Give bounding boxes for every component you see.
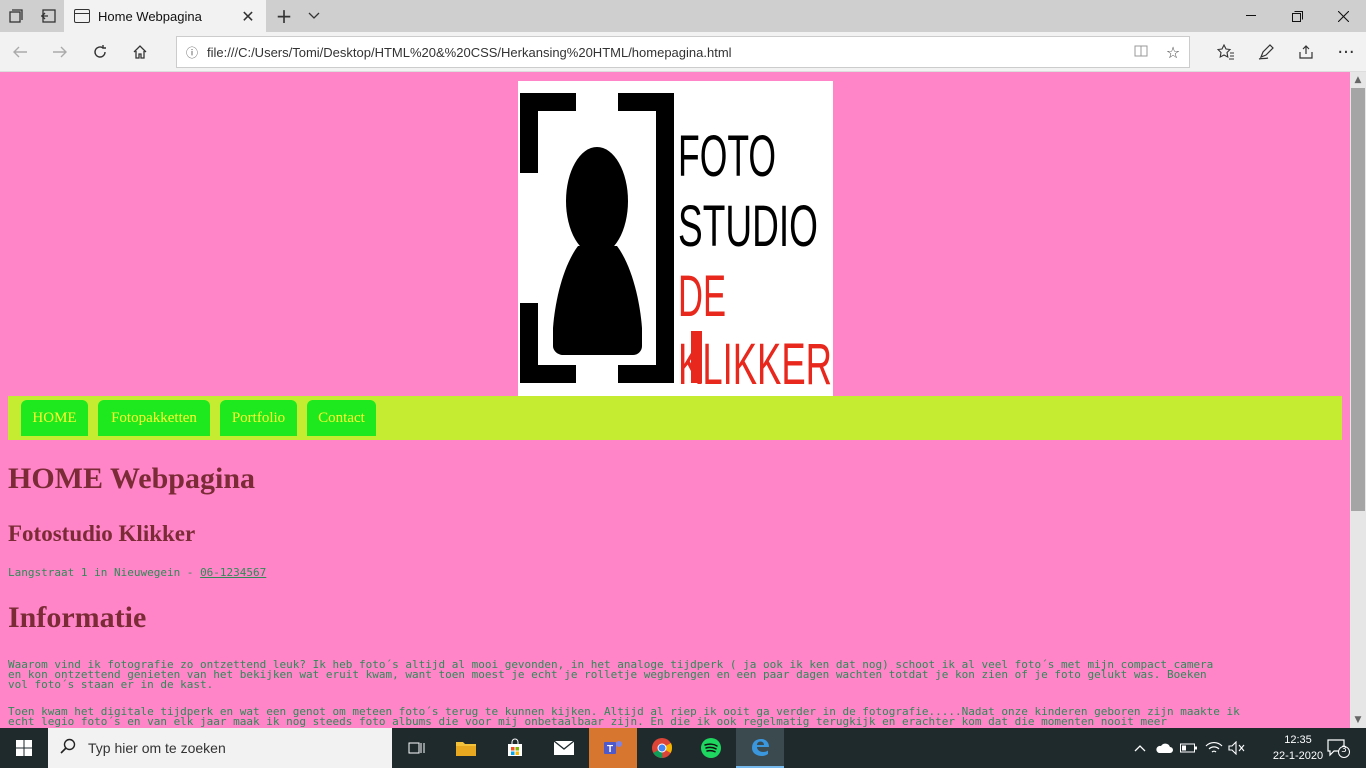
forward-icon[interactable] bbox=[40, 32, 80, 72]
chevron-up-icon[interactable] bbox=[1130, 728, 1150, 768]
navigation-bar: ⓘ file:///C:/Users/Tomi/Desktop/HTML%20&… bbox=[0, 32, 1366, 72]
task-view-icon[interactable] bbox=[393, 728, 441, 768]
tab-title: Home Webpagina bbox=[98, 8, 202, 24]
menu-item-home[interactable]: HOME bbox=[21, 400, 88, 436]
taskbar-search[interactable]: Typ hier om te zoeken bbox=[48, 728, 392, 768]
close-tab-icon[interactable]: ✕ bbox=[236, 7, 260, 26]
restore-icon[interactable] bbox=[1274, 0, 1320, 32]
info-heading: Informatie bbox=[8, 601, 147, 634]
chevron-down-icon[interactable] bbox=[298, 0, 330, 32]
address-bar[interactable]: ⓘ file:///C:/Users/Tomi/Desktop/HTML%20&… bbox=[176, 36, 1190, 68]
new-tab-icon[interactable]: + bbox=[268, 0, 300, 32]
refresh-icon[interactable] bbox=[80, 32, 120, 72]
page-title: HOME Webpagina bbox=[8, 462, 256, 495]
logo-line-foto: FOTO bbox=[678, 124, 776, 189]
paragraph-2: Toen kwam het digitale tijdperk en wat e… bbox=[8, 706, 1338, 728]
scroll-up-icon[interactable]: ▲ bbox=[1350, 72, 1366, 88]
more-options-icon[interactable]: ··· bbox=[1326, 32, 1366, 72]
main-menu: HOME Fotopakketten Portfolio Contact bbox=[8, 396, 1342, 440]
notification-count: 3 bbox=[1341, 745, 1347, 755]
tab-sets-icon[interactable] bbox=[0, 0, 32, 32]
favorite-star-icon[interactable]: ☆ bbox=[1157, 43, 1189, 62]
studio-logo: FOTO STUDIO DE KLIKKER bbox=[518, 81, 833, 397]
volume-muted-icon[interactable] bbox=[1226, 728, 1248, 768]
page-content: FOTO STUDIO DE KLIKKER HOME Fotopakkette… bbox=[0, 72, 1350, 728]
paragraph-1: Waarom vind ik fotografie zo ontzettend … bbox=[8, 659, 1338, 691]
mail-icon[interactable] bbox=[540, 728, 588, 768]
scrollbar-thumb[interactable] bbox=[1351, 88, 1365, 511]
file-explorer-icon[interactable] bbox=[442, 728, 490, 768]
taskbar: Typ hier om te zoeken T 12:35 22-1-2020 bbox=[0, 728, 1366, 768]
logo-line-de: DE bbox=[678, 264, 726, 329]
menu-item-contact[interactable]: Contact bbox=[307, 400, 376, 436]
paragraph-1-line-3: vol foto´s staan er in de kast. bbox=[8, 678, 214, 691]
search-icon bbox=[48, 738, 88, 758]
teams-icon[interactable]: T bbox=[589, 728, 637, 768]
address-text: Langstraat 1 in Nieuwegein - bbox=[8, 566, 201, 579]
spotify-icon[interactable] bbox=[687, 728, 735, 768]
edge-icon[interactable] bbox=[736, 728, 784, 768]
onedrive-icon[interactable] bbox=[1153, 728, 1175, 768]
menu-item-portfolio[interactable]: Portfolio bbox=[220, 400, 297, 436]
svg-text:T: T bbox=[607, 744, 613, 755]
logo-line-studio: STUDIO bbox=[678, 194, 818, 259]
wifi-icon[interactable] bbox=[1203, 728, 1225, 768]
paragraph-2-line-2: echt legio foto´s en van elk jaar maak i… bbox=[8, 715, 1167, 728]
scroll-down-icon[interactable]: ▼ bbox=[1350, 712, 1366, 728]
favorites-hub-icon[interactable] bbox=[1206, 32, 1246, 72]
minimize-icon[interactable] bbox=[1228, 0, 1274, 32]
reading-view-icon[interactable] bbox=[1125, 43, 1157, 62]
notifications-icon[interactable]: 3 bbox=[1318, 728, 1358, 768]
page-icon bbox=[74, 9, 90, 23]
phone-link[interactable]: 06-1234567 bbox=[200, 566, 266, 579]
close-window-icon[interactable] bbox=[1320, 0, 1366, 32]
battery-icon[interactable] bbox=[1178, 728, 1200, 768]
search-placeholder: Typ hier om te zoeken bbox=[88, 740, 226, 756]
title-bar: Home Webpagina ✕ + bbox=[0, 0, 1366, 32]
url-text: file:///C:/Users/Tomi/Desktop/HTML%20&%2… bbox=[207, 44, 732, 60]
back-icon[interactable] bbox=[0, 32, 40, 72]
info-icon[interactable]: ⓘ bbox=[177, 44, 207, 61]
studio-name: Fotostudio Klikker bbox=[8, 521, 196, 546]
home-icon[interactable] bbox=[120, 32, 160, 72]
store-icon[interactable] bbox=[491, 728, 539, 768]
share-icon[interactable] bbox=[1286, 32, 1326, 72]
vertical-scrollbar[interactable]: ▲ ▼ bbox=[1350, 72, 1366, 728]
pen-notes-icon[interactable] bbox=[1246, 32, 1286, 72]
address-line: Langstraat 1 in Nieuwegein - 06-1234567 bbox=[8, 566, 266, 579]
menu-item-fotopakketten[interactable]: Fotopakketten bbox=[98, 400, 210, 436]
set-aside-icon[interactable] bbox=[32, 0, 64, 32]
tab-home-webpagina[interactable]: Home Webpagina ✕ bbox=[64, 0, 266, 32]
windows-start-icon[interactable] bbox=[0, 728, 48, 768]
chrome-icon[interactable] bbox=[638, 728, 686, 768]
